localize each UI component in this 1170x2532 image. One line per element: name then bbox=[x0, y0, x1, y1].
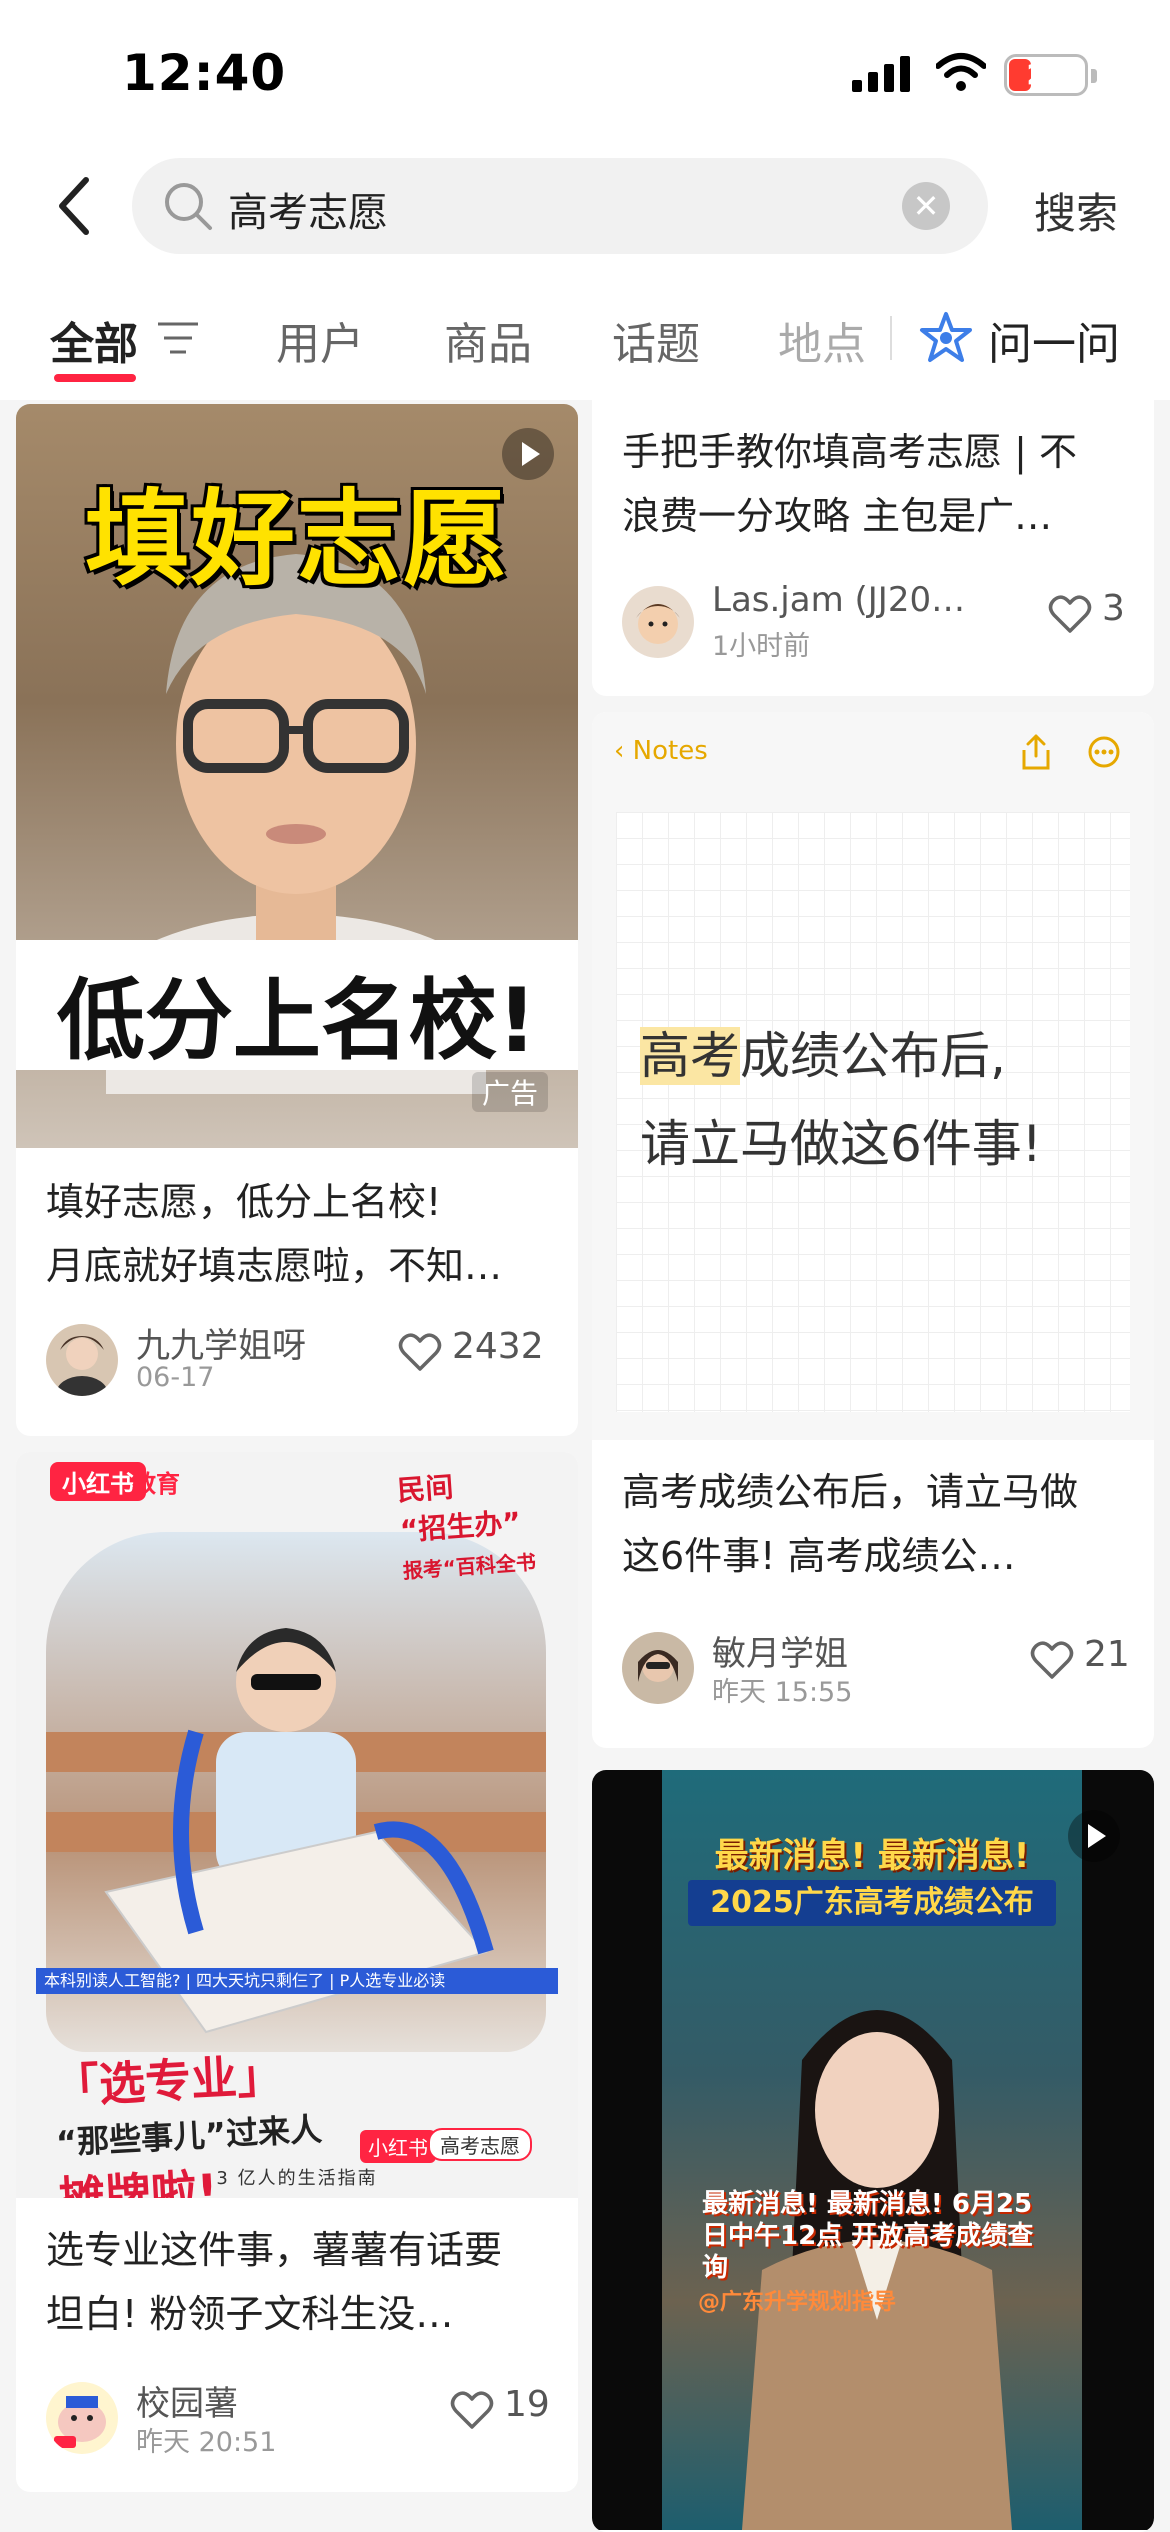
author-name[interactable]: 校园薯 bbox=[136, 2376, 336, 2425]
battery-icon: 20 bbox=[1004, 54, 1097, 96]
card-cover-image: ‹ Notes 高考成绩公布后, 请立马做这6件事! bbox=[592, 712, 1154, 1440]
note-card-ad[interactable]: 填好志愿 低分上名校! 广告 填好志愿，低分上名校! 月底就好填志愿啦，不知… … bbox=[16, 404, 578, 1436]
tab-products[interactable]: 商品 bbox=[444, 308, 532, 372]
cover-headline: 填好志愿 bbox=[84, 478, 509, 600]
post-time: 06-17 bbox=[136, 1362, 215, 1393]
avatar[interactable] bbox=[622, 1632, 694, 1704]
post-time: 昨天 15:55 bbox=[712, 1677, 853, 1708]
cover-text-line1: 高考成绩公布后, bbox=[640, 1027, 1006, 1085]
post-time: 昨天 20:51 bbox=[136, 2427, 277, 2458]
like-count: 21 bbox=[1084, 1634, 1130, 1675]
note-card-video[interactable]: 最新消息! 最新消息! 2025广东高考成绩公布 最新消息! 最新消息! 6月2… bbox=[592, 1770, 1154, 2532]
active-tab-indicator bbox=[54, 374, 136, 382]
note-card[interactable]: ‹ Notes 高考成绩公布后, 请立马做这6件事! 高考成绩公布后，请立马做 … bbox=[592, 712, 1154, 1748]
heart-icon[interactable] bbox=[1030, 1640, 1074, 1680]
search-query[interactable]: 高考志愿 bbox=[228, 180, 388, 238]
card-title-line2: 月底就好填志愿啦，不知… bbox=[46, 1244, 503, 1288]
author-name[interactable]: Las.jam (JJ20… bbox=[712, 580, 992, 620]
heart-icon[interactable] bbox=[398, 1332, 442, 1372]
search-icon bbox=[165, 183, 212, 230]
avatar[interactable] bbox=[46, 1324, 118, 1396]
status-bar: 12:40 20 bbox=[0, 0, 1170, 150]
note-card[interactable]: 小红书 教育 民间 “招生办” 报考“百科全书 本科别读人工智能? | 四大天坑… bbox=[16, 1452, 578, 2492]
tab-all[interactable]: 全部 bbox=[50, 308, 138, 372]
tab-places[interactable]: 地点 bbox=[778, 308, 866, 372]
footer-brand-tag: 小红书 bbox=[360, 2130, 436, 2163]
clear-icon[interactable]: ✕ bbox=[902, 182, 950, 230]
like-count: 3 bbox=[1102, 588, 1125, 629]
video-frame: 最新消息! 最新消息! 2025广东高考成绩公布 最新消息! 最新消息! 6月2… bbox=[662, 1770, 1082, 2530]
status-time: 12:40 bbox=[122, 44, 287, 102]
card-title-line1: 选专业这件事，薯薯有话要 bbox=[46, 2228, 503, 2272]
notes-back-label: ‹ Notes bbox=[614, 736, 708, 766]
note-card[interactable]: 手把手教你填高考志愿 | 不 浪费一分攻略 主包是广… Las.jam (JJ2… bbox=[592, 400, 1154, 696]
card-cover-image: 填好志愿 低分上名校! 广告 bbox=[16, 404, 578, 1148]
signal-icon bbox=[852, 56, 910, 92]
author-name[interactable]: 九九学姐呀 bbox=[136, 1318, 336, 1367]
search-input[interactable]: 高考志愿 ✕ bbox=[132, 158, 988, 254]
card-title-line2: 坦白! 粉领子文科生没… bbox=[46, 2292, 454, 2336]
like-count: 2432 bbox=[452, 1326, 544, 1367]
card-title-line1: 填好志愿，低分上名校! bbox=[46, 1180, 442, 1224]
tab-users[interactable]: 用户 bbox=[276, 308, 364, 372]
tab-divider bbox=[890, 316, 892, 360]
search-button[interactable]: 搜索 bbox=[1034, 180, 1118, 241]
footer-search-tag: 高考志愿 bbox=[428, 2128, 532, 2161]
filter-icon[interactable] bbox=[156, 320, 200, 356]
wifi-icon bbox=[936, 53, 986, 91]
heart-icon[interactable] bbox=[1048, 594, 1092, 634]
ad-badge: 广告 bbox=[471, 1072, 548, 1112]
cover-banner-text: 低分上名校! bbox=[56, 969, 538, 1072]
battery-level: 20 bbox=[1026, 58, 1066, 91]
card-cover-image: 最新消息! 最新消息! 2025广东高考成绩公布 最新消息! 最新消息! 6月2… bbox=[592, 1770, 1154, 2530]
post-time: 1小时前 bbox=[712, 631, 811, 662]
video-source: @广东升学规划指导 bbox=[698, 2290, 897, 2315]
heart-icon[interactable] bbox=[450, 2390, 494, 2430]
avatar[interactable] bbox=[622, 586, 694, 658]
card-title-line1: 手把手教你填高考志愿 | 不 bbox=[622, 430, 1077, 474]
back-icon[interactable] bbox=[50, 174, 100, 238]
video-headline-banner: 2025广东高考成绩公布 bbox=[688, 1880, 1056, 1926]
stamp-label: 民间 “招生办” 报考“百科全书 bbox=[396, 1470, 537, 1584]
brand-tag-category: 教育 bbox=[132, 1470, 180, 1498]
more-icon bbox=[1088, 736, 1120, 768]
play-icon bbox=[1068, 1810, 1120, 1862]
tab-bar: 全部 用户 商品 话题 地点 问一问 bbox=[0, 270, 1170, 400]
author-name[interactable]: 敏月学姐 bbox=[712, 1626, 912, 1675]
cover-footer: 3 亿人的生活指南 bbox=[216, 2168, 378, 2189]
card-title-line2: 浪费一分攻略 主包是广… bbox=[622, 494, 1053, 538]
share-icon bbox=[1022, 734, 1050, 770]
cover-banner: 低分上名校! bbox=[16, 940, 578, 1072]
card-cover-image: 小红书 教育 民间 “招生办” 报考“百科全书 本科别读人工智能? | 四大天坑… bbox=[16, 1452, 578, 2198]
search-header: 高考志愿 ✕ 搜索 bbox=[0, 150, 1170, 270]
video-headline: 最新消息! 最新消息! bbox=[714, 1836, 1030, 1876]
cover-info-strip: 本科别读人工智能? | 四大天坑只剩仨了 | P人选专业必读 bbox=[36, 1968, 558, 1994]
card-title-line2: 这6件事! 高考成绩公… bbox=[622, 1534, 1016, 1578]
tab-ask[interactable]: 问一问 bbox=[988, 308, 1120, 372]
avatar[interactable] bbox=[46, 2382, 118, 2454]
like-count: 19 bbox=[504, 2384, 550, 2425]
video-subtitle: 最新消息! 最新消息! 6月25日中午12点 开放高考成绩查询 bbox=[702, 2189, 1034, 2283]
card-title-line1: 高考成绩公布后，请立马做 bbox=[622, 1470, 1079, 1514]
cover-text-line2: 请立马做这6件事! bbox=[640, 1115, 1042, 1173]
results-feed[interactable]: 填好志愿 低分上名校! 广告 填好志愿，低分上名校! 月底就好填志愿啦，不知… … bbox=[0, 400, 1170, 2532]
tab-topics[interactable]: 话题 bbox=[612, 308, 700, 372]
play-icon bbox=[502, 428, 554, 480]
ask-star-icon[interactable] bbox=[918, 310, 974, 366]
